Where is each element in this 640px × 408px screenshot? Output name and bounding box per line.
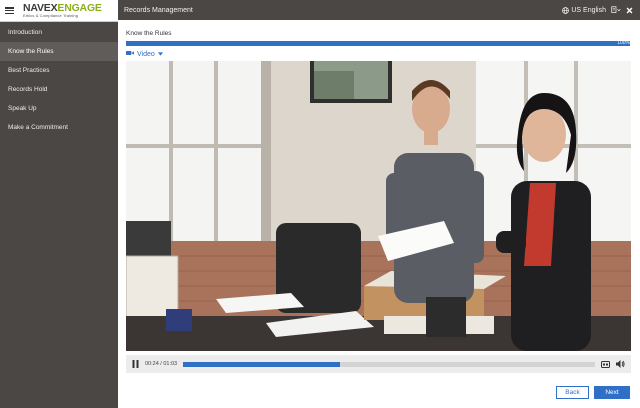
captions-button[interactable]: [601, 360, 610, 368]
top-header: Records Management US English: [118, 0, 640, 20]
menu-icon[interactable]: [5, 7, 14, 14]
logo-text-navex: NAVEX: [23, 1, 58, 14]
video-camera-icon: [126, 50, 134, 58]
sidebar-item-introduction[interactable]: Introduction: [0, 23, 118, 42]
chevron-down-icon: [157, 51, 163, 58]
sidebar-item-know-the-rules[interactable]: Know the Rules: [0, 42, 118, 61]
sidebar-nav: Introduction Know the Rules Best Practic…: [0, 23, 118, 137]
video-seek-fill: [183, 361, 340, 367]
pause-icon: [132, 360, 139, 368]
brand-bar: NAVEXENGAGE Ethics & Compliance Training: [0, 0, 118, 22]
wall-picture: [310, 61, 392, 103]
header-actions: US English: [562, 6, 640, 14]
video-controls: 00:24 / 01:03: [126, 355, 631, 373]
main-content: Know the Rules 100% Video 00:24 / 01:03 …: [118, 20, 640, 408]
lesson-progress-label: 100%: [617, 40, 630, 46]
sidebar-item-label: Records Hold: [8, 86, 48, 93]
video-frame: [126, 61, 631, 351]
video-time: 00:24 / 01:03: [145, 361, 178, 367]
media-type-dropdown[interactable]: Video: [126, 50, 163, 58]
sidebar-item-label: Introduction: [8, 29, 42, 36]
language-selector[interactable]: US English: [562, 7, 606, 14]
left-window: [126, 61, 271, 241]
sidebar-item-label: Know the Rules: [8, 48, 54, 55]
sidebar-item-make-a-commitment[interactable]: Make a Commitment: [0, 118, 118, 137]
volume-button[interactable]: [616, 360, 625, 368]
sidebar: NAVEXENGAGE Ethics & Compliance Training…: [0, 0, 118, 408]
media-type-label: Video: [137, 50, 155, 58]
printer: [126, 221, 171, 261]
sidebar-item-label: Best Practices: [8, 67, 50, 74]
lesson-progress-fill: [126, 41, 630, 46]
next-button[interactable]: Next: [594, 386, 630, 399]
video-seek-bar[interactable]: [183, 361, 595, 367]
logo-text-engage: ENGAGE: [57, 1, 102, 14]
page-title: Know the Rules: [126, 30, 172, 37]
sidebar-item-label: Make a Commitment: [8, 124, 68, 131]
video-player[interactable]: [126, 61, 631, 351]
captions-icon: [601, 360, 610, 368]
close-icon[interactable]: [626, 7, 633, 14]
volume-icon: [616, 360, 625, 368]
sidebar-item-records-hold[interactable]: Records Hold: [0, 80, 118, 99]
document-icon[interactable]: [611, 6, 621, 14]
lesson-progress-bar: 100%: [126, 40, 630, 46]
language-label: US English: [571, 6, 606, 14]
pause-button[interactable]: [132, 360, 139, 368]
sidebar-item-label: Speak Up: [8, 105, 37, 112]
logo: NAVEXENGAGE Ethics & Compliance Training: [23, 3, 102, 19]
sidebar-item-best-practices[interactable]: Best Practices: [0, 61, 118, 80]
back-button[interactable]: Back: [556, 386, 589, 399]
course-title: Records Management: [124, 6, 193, 14]
globe-icon: [562, 6, 570, 14]
pen-holder: [166, 309, 192, 331]
sidebar-item-speak-up[interactable]: Speak Up: [0, 99, 118, 118]
logo-tagline: Ethics & Compliance Training: [23, 13, 79, 19]
